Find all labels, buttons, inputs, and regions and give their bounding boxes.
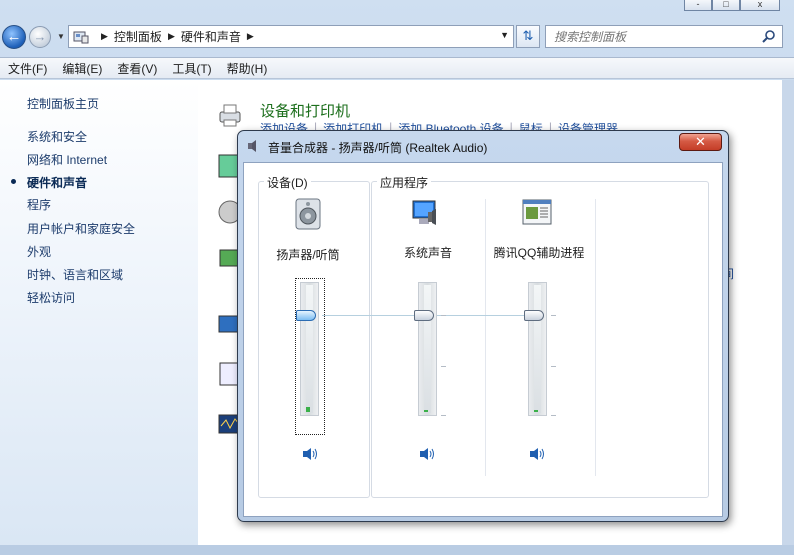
breadcrumb-separator: ▶ [101,31,108,41]
address-bar[interactable]: ▶ 控制面板 ▶ 硬件和声音 ▶ ▼ [68,25,514,48]
breadcrumb-hardware-sound[interactable]: 硬件和声音 [181,28,241,45]
section-title-devices-printers[interactable]: 设备和打印机 [260,100,350,121]
active-item-bullet [11,179,16,184]
sidebar-item-programs[interactable]: 程序 [27,196,51,213]
volume-slider-qq[interactable] [528,282,547,416]
window-edge-right [782,80,794,545]
breadcrumb-control-panel[interactable]: 控制面板 [114,28,162,45]
mixer-body: 设备(D) 应用程序 扬声器/听筒 系统声音 腾讯QQ辅助进程 [243,162,723,517]
breadcrumb-separator[interactable]: ▶ [247,31,254,42]
address-history-dropdown[interactable]: ▼ [500,30,509,40]
close-window-button[interactable]: x [740,0,780,11]
volume-slider-speakers[interactable] [300,282,319,416]
sidebar-item-hardware-sound[interactable]: 硬件和声音 [27,174,87,191]
menu-edit[interactable]: 编辑(E) [62,60,102,77]
volume-thumb-system-sounds[interactable] [414,310,434,321]
speaker-device-icon[interactable] [291,197,325,231]
back-button[interactable]: ← [2,25,26,49]
channel-label-qq: 腾讯QQ辅助进程 [493,246,585,260]
column-separator [485,199,486,476]
sidebar-home-link[interactable]: 控制面板主页 [27,95,99,112]
applications-group-label: 应用程序 [377,174,432,191]
recent-pages-dropdown[interactable]: ▼ [55,31,67,43]
channel-label-speakers: 扬声器/听筒 [276,248,340,262]
channel-label-system-sounds: 系统声音 [403,246,452,260]
menu-view[interactable]: 查看(V) [117,60,157,77]
printer-icon [219,104,241,127]
sidebar-item-system-security[interactable]: 系统和安全 [27,128,87,145]
peak-meter-speakers [306,407,310,412]
search-icon[interactable] [762,29,776,43]
menu-bar: 文件(F) 编辑(E) 查看(V) 工具(T) 帮助(H) [0,57,794,79]
minimize-button[interactable]: - [684,0,712,11]
dialog-title: 音量合成器 - 扬声器/听筒 (Realtek Audio) [268,141,488,155]
mute-qq-button[interactable] [528,446,546,462]
speaker-icon [248,140,256,152]
mute-system-sounds-button[interactable] [418,446,436,462]
control-panel-icon [73,31,89,43]
volume-thumb-speakers[interactable] [296,310,316,321]
menu-file[interactable]: 文件(F) [8,60,47,77]
system-sounds-icon[interactable] [410,195,444,229]
breadcrumb-separator[interactable]: ▶ [168,31,175,42]
sidebar-item-appearance[interactable]: 外观 [27,243,51,260]
peak-meter-qq [534,410,538,412]
dialog-close-button[interactable]: ✕ [679,133,722,151]
mute-speakers-button[interactable] [301,446,319,462]
column-separator [595,199,596,476]
menu-help[interactable]: 帮助(H) [227,60,268,77]
sidebar-item-network[interactable]: 网络和 Internet [27,151,107,168]
window-caption-buttons: - □ x [684,0,780,11]
search-input[interactable] [546,26,746,47]
volume-thumb-qq[interactable] [524,310,544,321]
sidebar-item-user-accounts[interactable]: 用户帐户和家庭安全 [27,220,135,237]
menu-tools[interactable]: 工具(T) [172,60,211,77]
volume-mixer-dialog: 音量合成器 - 扬声器/听筒 (Realtek Audio) ✕ 设备(D) 应… [237,130,729,522]
navigation-bar: ← → ▼ ▶ 控制面板 ▶ 硬件和声音 ▶ ▼ ⇅ [0,22,794,52]
search-box [545,25,783,48]
device-group-label: 设备(D) [264,174,311,191]
sidebar-item-ease-of-access[interactable]: 轻松访问 [27,289,75,306]
volume-slider-system-sounds[interactable] [418,282,437,416]
refresh-button[interactable]: ⇅ [516,25,540,48]
sidebar: 控制面板主页 系统和安全 网络和 Internet 硬件和声音 程序 用户帐户和… [0,80,198,555]
sidebar-item-clock-region[interactable]: 时钟、语言和区域 [27,266,123,283]
peak-meter-system-sounds [424,410,428,412]
forward-button[interactable]: → [29,26,51,48]
window-edge-bottom [0,545,794,555]
app-window-icon[interactable] [520,195,554,229]
maximize-button[interactable]: □ [712,0,740,11]
